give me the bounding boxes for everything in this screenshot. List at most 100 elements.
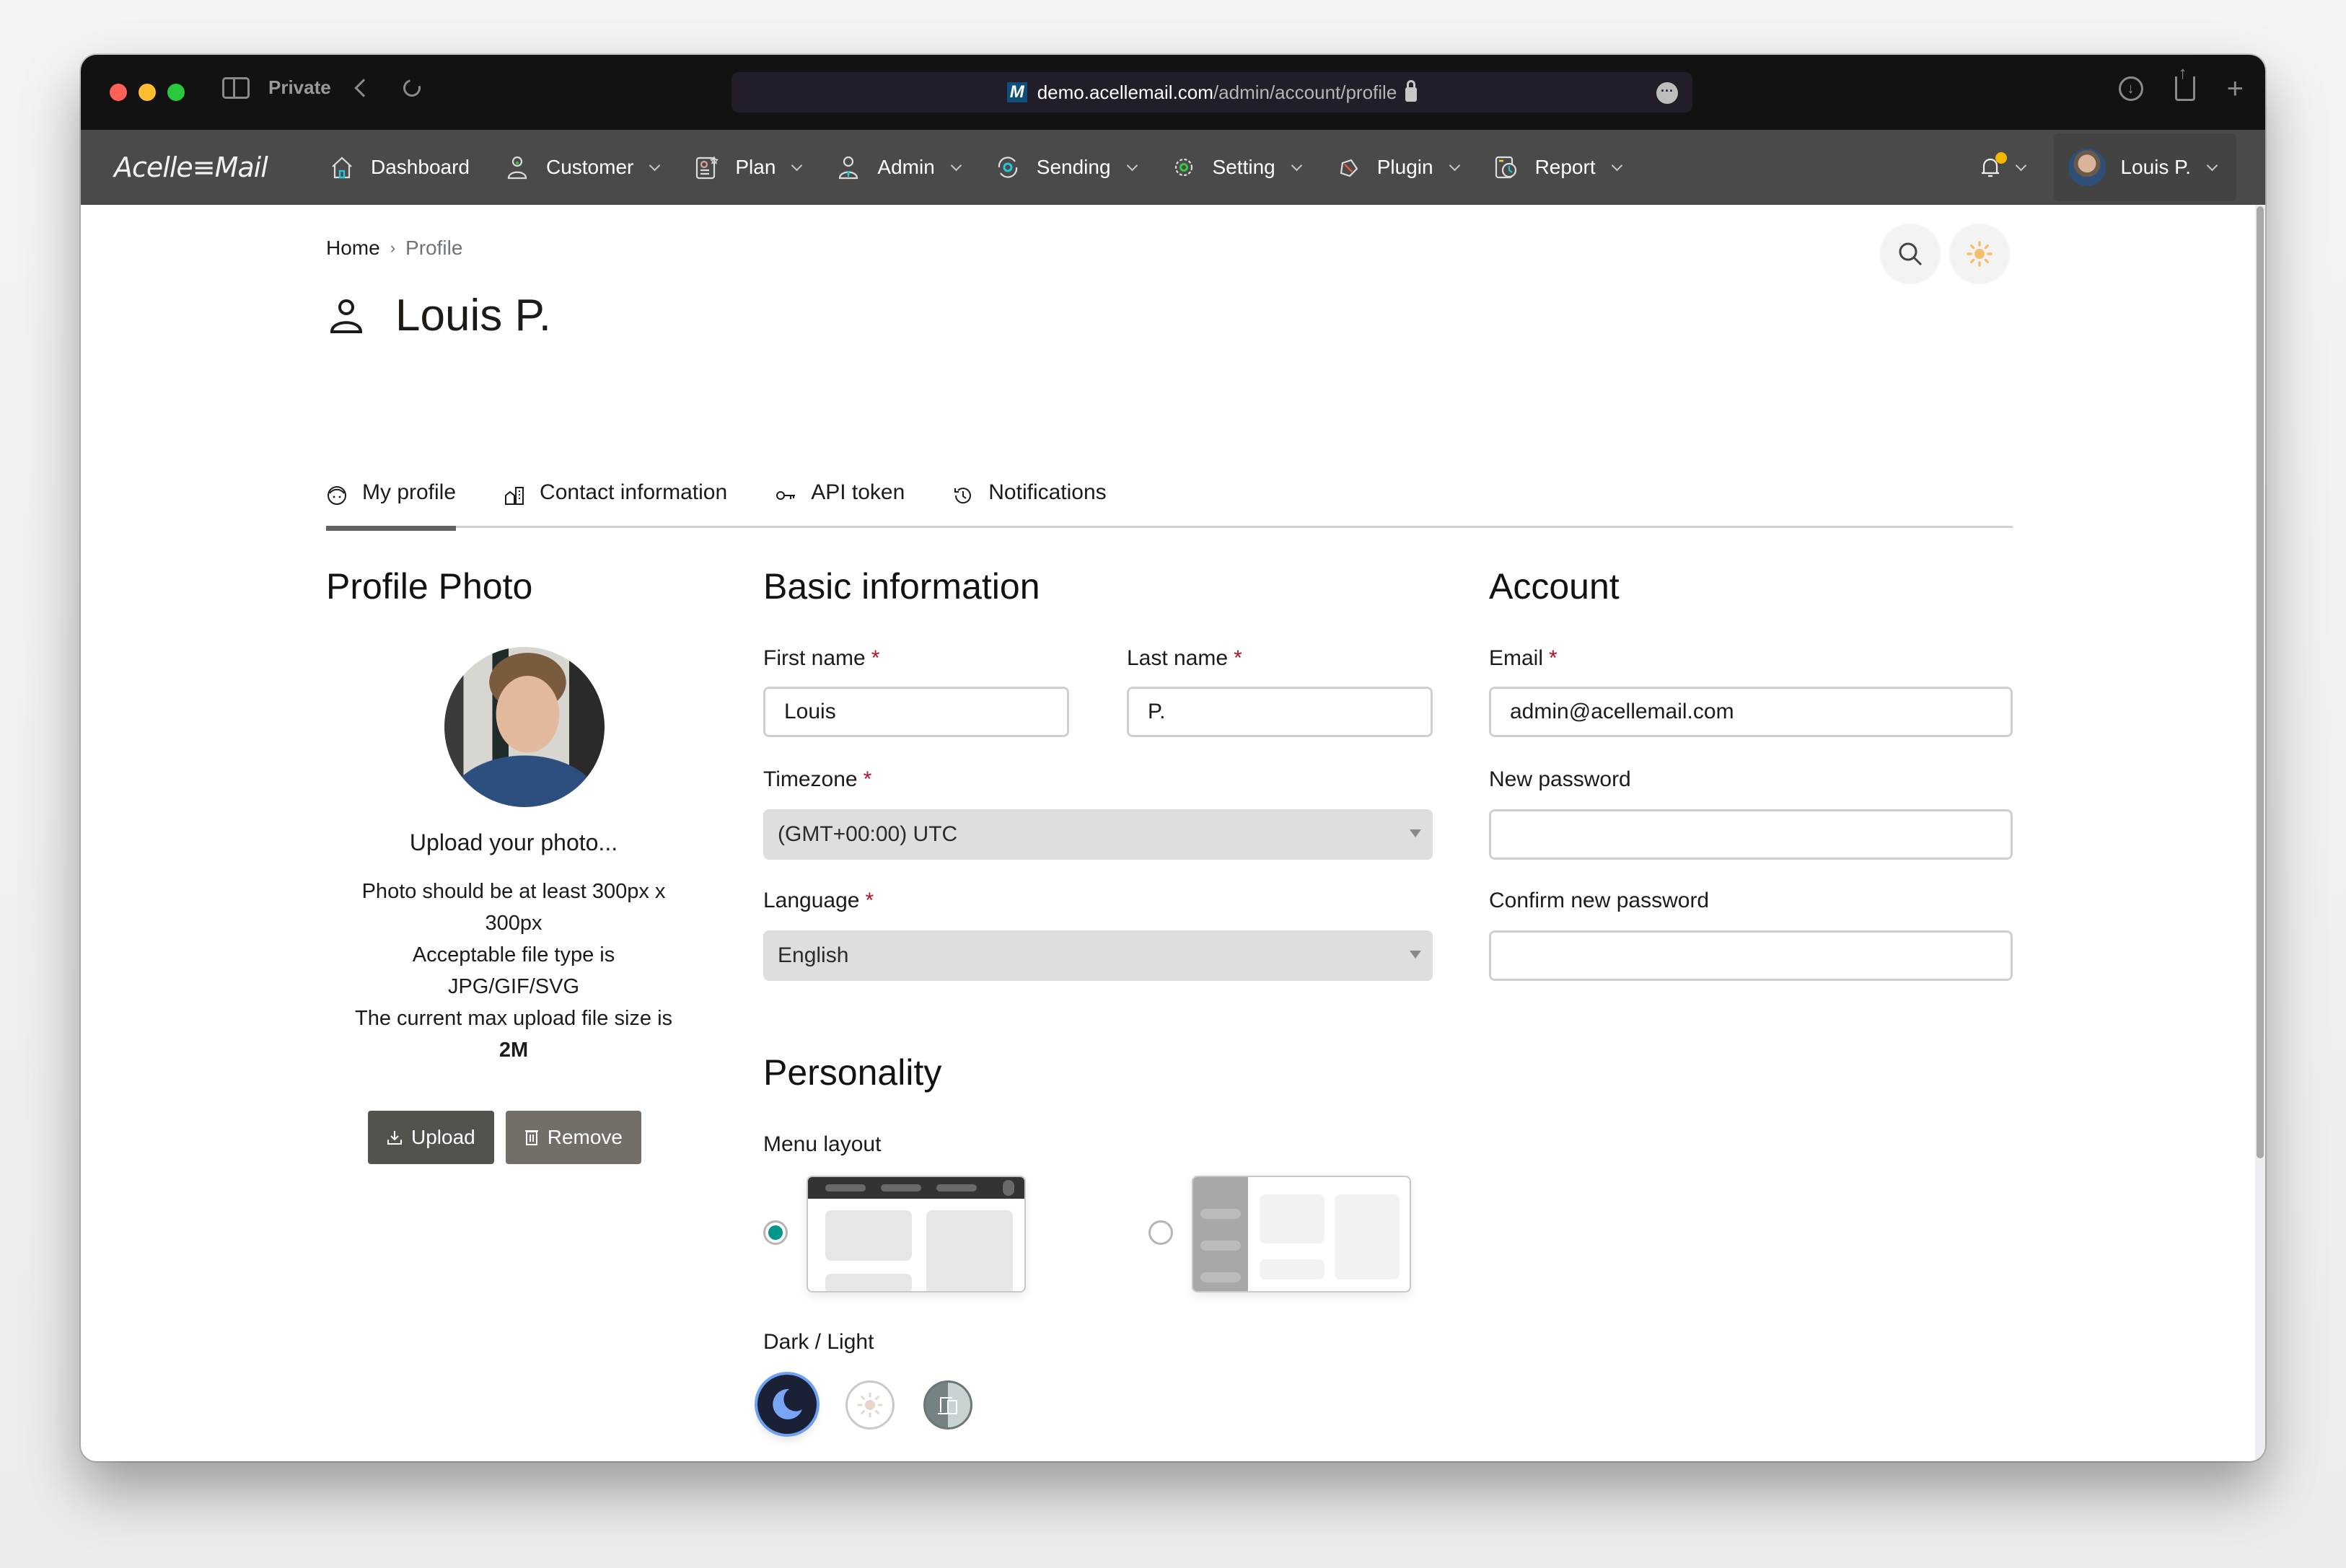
- tab-notifications[interactable]: Notifications: [952, 472, 1107, 528]
- menu-layout-top-radio[interactable]: [763, 1220, 788, 1245]
- auto-mode-button[interactable]: [923, 1380, 972, 1430]
- menu-layout-label: Menu layout: [763, 1132, 882, 1156]
- confirm-password-input[interactable]: [1489, 930, 2013, 981]
- face-icon: [328, 486, 346, 505]
- browser-window: Private M demo.acellemail.com/admin/acco…: [81, 55, 2265, 1461]
- nav-item-admin[interactable]: Admin: [835, 154, 962, 180]
- dark-light-label: Dark / Light: [763, 1330, 874, 1354]
- minimize-window-button[interactable]: [139, 84, 156, 101]
- chevron-down-icon: [649, 159, 661, 171]
- nav-item-report[interactable]: Report: [1493, 154, 1622, 180]
- nav-item-customer[interactable]: Customer: [504, 154, 661, 180]
- tab-label: My profile: [362, 480, 457, 504]
- main-menu: Dashboard Customer Plan Admin Sending Se…: [329, 130, 1656, 205]
- nav-label: Admin: [877, 156, 935, 178]
- nav-label: Report: [1534, 156, 1596, 178]
- key-icon: [776, 491, 796, 500]
- reload-icon[interactable]: [400, 76, 424, 100]
- menu-layout-left-radio[interactable]: [1148, 1220, 1173, 1245]
- user-icon: [330, 299, 363, 333]
- chevron-down-icon: [791, 159, 803, 171]
- photo-requirements: Photo should be at least 300px x 300px A…: [326, 876, 701, 1066]
- profile-tabs: My profile Contact information API token…: [326, 472, 2013, 531]
- menu-layout-left-preview[interactable]: [1192, 1176, 1411, 1292]
- avatar: [2068, 149, 2106, 186]
- profile-avatar: [444, 647, 605, 807]
- search-button[interactable]: [1880, 224, 1941, 284]
- upload-prompt[interactable]: Upload your photo...: [326, 829, 701, 856]
- caret-down-icon: [1410, 829, 1421, 837]
- history-icon: [954, 488, 972, 504]
- dark-mode-button[interactable]: [757, 1375, 817, 1434]
- nav-item-plan[interactable]: Plan: [693, 154, 803, 180]
- sidebar-toggle-icon[interactable]: [222, 76, 250, 99]
- tab-contact-information[interactable]: Contact information: [504, 472, 727, 528]
- nav-item-sending[interactable]: Sending: [995, 154, 1138, 180]
- breadcrumb-home[interactable]: Home: [326, 237, 380, 260]
- language-select[interactable]: English: [763, 930, 1433, 981]
- nav-label: Customer: [545, 156, 634, 178]
- last-name-input[interactable]: P.: [1127, 687, 1433, 737]
- download-icon[interactable]: ↓: [2118, 76, 2143, 101]
- app-navbar: Acelle≡Mail Dashboard Customer Plan Admi…: [81, 130, 2265, 205]
- personality-title: Personality: [763, 1052, 942, 1093]
- tab-my-profile[interactable]: My profile: [326, 472, 457, 531]
- user-name: Louis P.: [2120, 156, 2191, 178]
- nav-item-dashboard[interactable]: Dashboard: [329, 154, 470, 180]
- page-scrollbar[interactable]: [2255, 205, 2265, 1461]
- app-logo[interactable]: Acelle≡Mail: [114, 151, 268, 183]
- note-type: Acceptable file type is JPG/GIF/SVG: [412, 943, 615, 998]
- sun-icon: [857, 1392, 883, 1418]
- menu-layout-top-preview[interactable]: [807, 1176, 1026, 1292]
- browser-actions: ↓ +: [2118, 63, 2244, 103]
- nav-label: Setting: [1212, 156, 1275, 178]
- preview-side-bar: [1193, 1177, 1248, 1291]
- tab-label: API token: [811, 480, 905, 504]
- note-size: Photo should be at least 300px x 300px: [361, 880, 666, 935]
- chevron-down-icon: [1126, 159, 1138, 171]
- address-bar[interactable]: M demo.acellemail.com/admin/account/prof…: [732, 72, 1692, 113]
- share-icon[interactable]: [2174, 63, 2195, 101]
- email-input[interactable]: admin@acellemail.com: [1489, 687, 2013, 737]
- tab-label: Notifications: [988, 480, 1107, 504]
- account-title: Account: [1489, 566, 1620, 607]
- timezone-select[interactable]: (GMT+00:00) UTC: [763, 809, 1433, 860]
- new-password-input[interactable]: [1489, 809, 2013, 860]
- breadcrumb: Home › Profile: [326, 237, 462, 260]
- close-window-button[interactable]: [110, 84, 127, 101]
- sending-icon: [998, 157, 1017, 178]
- first-name-input[interactable]: Louis: [763, 687, 1069, 737]
- notifications-button[interactable]: [1978, 152, 2008, 180]
- window-controls: [110, 84, 185, 101]
- building-icon: [505, 487, 524, 505]
- customer-icon: [507, 156, 527, 180]
- chevron-down-icon[interactable]: [2016, 159, 2027, 171]
- nav-label: Plan: [735, 156, 776, 178]
- page-content: Home › Profile Louis P. My profile Conta…: [81, 205, 2255, 1461]
- nav-label: Sending: [1036, 156, 1111, 178]
- back-icon[interactable]: [354, 78, 373, 97]
- timezone-value: (GMT+00:00) UTC: [778, 822, 958, 846]
- remove-button[interactable]: Remove: [505, 1111, 641, 1164]
- caret-down-icon: [1410, 951, 1421, 959]
- preview-top-bar: [808, 1177, 1024, 1199]
- nav-item-plugin[interactable]: Plugin: [1335, 154, 1460, 180]
- nav-label: Dashboard: [371, 156, 470, 178]
- nav-item-setting[interactable]: Setting: [1171, 154, 1302, 180]
- timezone-label: Timezone *: [763, 767, 872, 791]
- user-menu[interactable]: Louis P.: [2054, 133, 2236, 201]
- light-mode-button[interactable]: [845, 1380, 895, 1430]
- upload-label: Upload: [411, 1126, 475, 1148]
- tab-api-token[interactable]: API token: [775, 472, 905, 528]
- upload-button[interactable]: Upload: [368, 1111, 494, 1164]
- new-tab-icon[interactable]: +: [2227, 74, 2244, 103]
- trash-icon: [524, 1130, 538, 1145]
- more-options-icon[interactable]: ···: [1656, 82, 1678, 104]
- language-value: English: [778, 943, 849, 967]
- scrollbar-thumb[interactable]: [2257, 206, 2264, 1158]
- maximize-window-button[interactable]: [167, 84, 185, 101]
- sun-icon: [1967, 241, 1993, 267]
- notification-dot: [1995, 152, 2008, 164]
- chevron-down-icon: [1611, 159, 1622, 171]
- theme-toggle-button[interactable]: [1949, 224, 2010, 284]
